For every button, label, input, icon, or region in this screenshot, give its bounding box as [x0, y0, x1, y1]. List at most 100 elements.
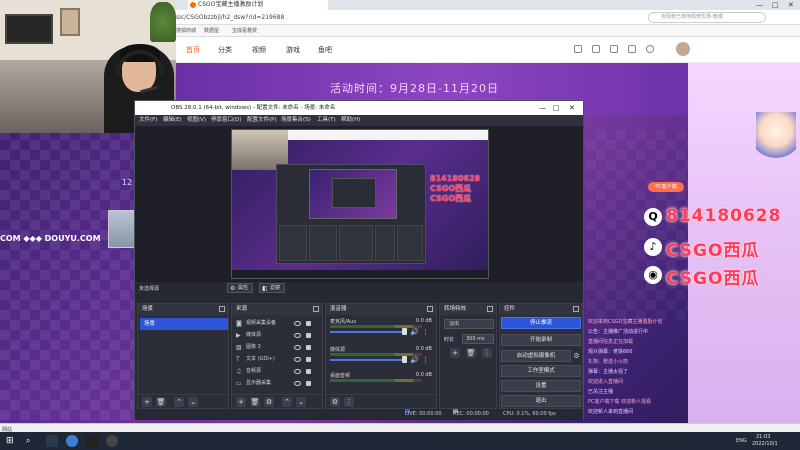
history-icon[interactable]	[574, 45, 582, 53]
browser-search-input[interactable]: 有佩奇已使用佩奇优惠·微博	[648, 12, 766, 23]
obs-taskbar-icon[interactable]	[106, 435, 118, 447]
stop-streaming-button[interactable]: 停止推流	[501, 317, 581, 329]
bookmark-item[interactable]: 宝成看着费	[232, 25, 257, 37]
exit-button[interactable]: 退出	[501, 395, 581, 407]
eye-icon[interactable]	[294, 321, 301, 326]
more-options-icon[interactable]: ⋮	[344, 397, 354, 407]
menu-tools[interactable]: 工具(T)	[317, 115, 336, 126]
volume-fader[interactable]	[330, 331, 406, 333]
menu-docks[interactable]: 停靠窗口(D)	[211, 115, 242, 126]
menu-profile[interactable]: 配置文件(P)	[247, 115, 277, 126]
lock-icon[interactable]	[306, 357, 311, 362]
nav-games[interactable]: 游戏	[286, 37, 300, 63]
message-icon[interactable]	[610, 45, 618, 53]
obs-preview-area[interactable]: 814180628 CSGO西瓜 CSGO西瓜	[135, 126, 583, 282]
eye-icon[interactable]	[294, 369, 301, 374]
undock-icon[interactable]	[573, 306, 579, 312]
move-up-icon[interactable]: ⌃	[174, 397, 184, 407]
volume-fader-handle[interactable]	[402, 328, 407, 335]
nav-yuba[interactable]: 鱼吧	[318, 37, 332, 63]
move-down-icon[interactable]: ⌄	[296, 397, 306, 407]
remove-scene-icon[interactable]: 🗑	[156, 397, 166, 407]
volume-fader[interactable]	[330, 359, 406, 361]
speaker-icon[interactable]: 🔊	[410, 356, 419, 364]
add-transition-icon[interactable]: +	[450, 348, 460, 358]
minimize-icon[interactable]: —	[756, 0, 763, 10]
volume-fader-handle[interactable]	[402, 356, 407, 363]
eye-icon[interactable]	[294, 381, 301, 386]
source-item[interactable]: ▶ 媒体源	[234, 330, 320, 341]
clock-time[interactable]: 21:03	[756, 434, 770, 440]
filters-button[interactable]: ◧ 滤镜	[259, 283, 286, 293]
browser-taskbar-icon[interactable]	[66, 435, 78, 447]
source-item[interactable]: T 文本 (GDI+)	[234, 354, 320, 365]
transition-menu-icon[interactable]: ⋮	[482, 348, 492, 358]
source-item[interactable]: ▨ 图像 2	[234, 342, 320, 353]
move-down-icon[interactable]: ⌄	[188, 397, 198, 407]
lock-icon[interactable]	[306, 369, 311, 374]
bookmark-item[interactable]: 搜狐商城	[176, 25, 196, 37]
windows-start-icon[interactable]: ⊞	[6, 435, 18, 447]
clock-date[interactable]: 2022/10/1	[752, 441, 778, 447]
menu-file[interactable]: 文件(F)	[139, 115, 157, 126]
transition-type-select[interactable]: 淡出	[444, 319, 494, 329]
obs-maximize-icon[interactable]: □	[553, 101, 560, 115]
obs-close-icon[interactable]: ✕	[569, 101, 575, 115]
undock-icon[interactable]	[313, 306, 319, 312]
menu-scene-collection[interactable]: 场景集合(S)	[281, 115, 311, 126]
settings-button[interactable]: 设置	[501, 380, 581, 392]
bookmark-item[interactable]: 数据屋	[204, 25, 219, 37]
undock-icon[interactable]	[487, 306, 493, 312]
lock-icon[interactable]	[306, 333, 311, 338]
remove-transition-icon[interactable]: 🗑	[466, 348, 476, 358]
download-icon[interactable]	[628, 45, 636, 53]
menu-view[interactable]: 视图(V)	[187, 115, 206, 126]
lock-icon[interactable]	[306, 321, 311, 326]
add-scene-icon[interactable]: +	[142, 397, 152, 407]
close-icon[interactable]: ✕	[788, 0, 794, 10]
lock-icon[interactable]	[306, 345, 311, 350]
obs-preview-canvas[interactable]: 814180628 CSGO西瓜 CSGO西瓜	[231, 129, 489, 279]
more-options-icon[interactable]: ⋮	[422, 356, 429, 364]
eye-icon[interactable]	[294, 357, 301, 362]
undock-icon[interactable]	[427, 306, 433, 312]
avatar[interactable]	[676, 42, 690, 56]
remove-source-icon[interactable]: 🗑	[250, 397, 260, 407]
task-view-icon[interactable]	[46, 435, 58, 447]
url-input[interactable]: sic/CSGObzzbjl/h2_dsw?rid=219688	[176, 12, 284, 23]
undock-icon[interactable]	[219, 306, 225, 312]
more-options-icon[interactable]: ⋮	[422, 328, 429, 336]
source-item[interactable]: ♫ 音频源	[234, 366, 320, 377]
browser-tab[interactable]: CSGO宝藏主播激励计划	[188, 0, 328, 10]
move-up-icon[interactable]: ⌃	[282, 397, 292, 407]
obs-minimize-icon[interactable]: —	[539, 101, 546, 115]
virtual-camera-settings-icon[interactable]: ⚙	[572, 351, 581, 361]
input-language[interactable]: ENG	[736, 438, 747, 444]
source-item[interactable]: ▭ 显示器采集	[234, 378, 320, 389]
source-item[interactable]: ◙ 视频采集设备	[234, 318, 320, 329]
properties-button[interactable]: ⚙ 属性	[227, 283, 254, 293]
scene-list-item[interactable]: 场景	[140, 318, 228, 330]
menu-edit[interactable]: 编辑(E)	[163, 115, 182, 126]
eye-icon[interactable]	[294, 345, 301, 350]
maximize-icon[interactable]: □	[772, 0, 779, 10]
speaker-icon[interactable]: 🔊	[410, 328, 419, 336]
lock-icon[interactable]	[306, 381, 311, 386]
follow-icon[interactable]	[592, 45, 600, 53]
nav-home[interactable]: 首页	[186, 37, 200, 63]
add-source-icon[interactable]: +	[236, 397, 246, 407]
app-taskbar-icon[interactable]	[86, 435, 98, 447]
virtual-camera-button[interactable]: 启动虚拟摄像机	[501, 350, 571, 362]
duration-input[interactable]: 300 ms	[462, 334, 494, 344]
studio-mode-button[interactable]: 工作室模式	[501, 365, 581, 377]
pc-client-badge[interactable]: PC客户端	[648, 182, 684, 192]
start-recording-button[interactable]: 开始录制	[501, 334, 581, 346]
advanced-audio-icon[interactable]: ⚙	[330, 397, 340, 407]
eye-icon[interactable]	[294, 333, 301, 338]
location-icon[interactable]	[646, 45, 654, 53]
source-settings-icon[interactable]: ⚙	[264, 397, 274, 407]
nav-category[interactable]: 分类	[218, 37, 232, 63]
menu-help[interactable]: 帮助(H)	[341, 115, 360, 126]
nav-video[interactable]: 视频	[252, 37, 266, 63]
search-icon[interactable]: ⌕	[26, 435, 38, 447]
